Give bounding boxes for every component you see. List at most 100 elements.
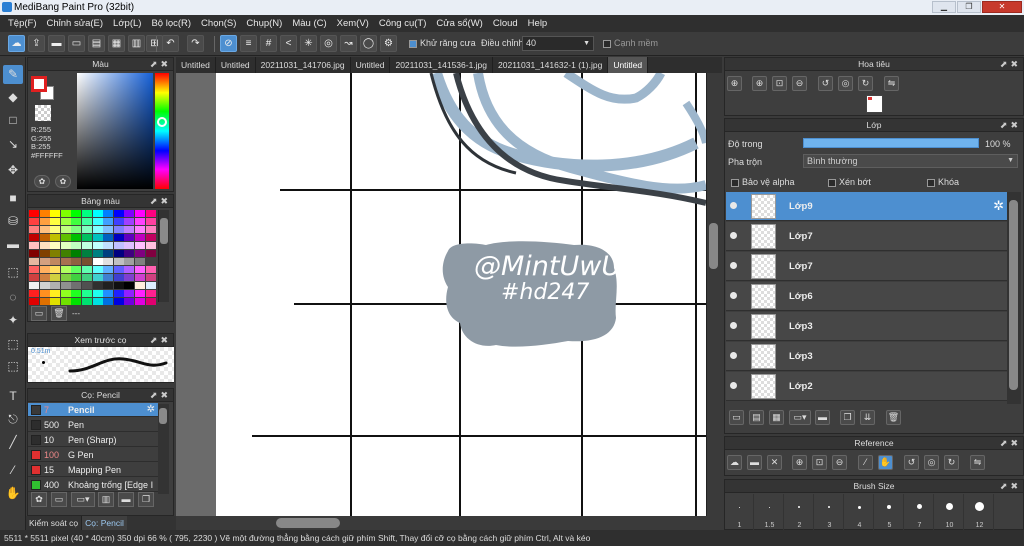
palette-swatch[interactable] [124,273,135,281]
lock-checkbox[interactable]: Khóa [927,177,959,187]
palette-swatch[interactable] [81,289,92,297]
reference-rotate-right-icon[interactable]: ↻ [944,455,959,470]
reference-eyedropper-icon[interactable]: ⁄ [858,455,873,470]
hand-tool-icon[interactable]: ✋ [3,484,23,503]
palette-swatch[interactable] [113,281,124,289]
menu-layer[interactable]: Lớp(L) [108,18,146,29]
delete-layer-icon[interactable]: 🗑 [886,410,901,425]
redo-icon[interactable]: ↷ [187,35,204,52]
palette-swatch[interactable] [50,265,61,273]
palette-swatch[interactable] [92,241,103,249]
snap-ellipse-icon[interactable]: ◯ [360,35,377,52]
brush-size-option[interactable]: 1 [725,494,754,530]
palette-scrollbar[interactable] [158,210,169,302]
palette-swatch[interactable] [145,257,156,265]
panel-close-icon[interactable]: ⬈✖ [1000,119,1021,132]
palette-swatch[interactable] [103,233,114,241]
brush-duplicate-icon[interactable]: ❐ [138,492,154,507]
document-icon[interactable]: ▭ [68,35,85,52]
palette-swatch[interactable] [134,225,145,233]
palette-swatch[interactable] [60,225,71,233]
divide-tool-icon[interactable]: ╱ [3,433,23,452]
palette-swatch[interactable] [134,273,145,281]
move-tool-icon[interactable]: ✥ [3,161,23,180]
palette-swatch[interactable] [134,257,145,265]
grid-icon[interactable]: ⊞ [146,35,163,52]
zoom-fit-icon[interactable]: ⊕ [727,76,742,91]
menu-filter[interactable]: Bộ lọc(R) [146,18,196,29]
eye-icon[interactable] [730,352,737,359]
color-mode-icon[interactable]: ✿ [55,175,71,188]
menu-cloud[interactable]: Cloud [488,18,523,29]
palette-swatch[interactable] [134,265,145,273]
cloud-icon[interactable]: ☁ [8,35,25,52]
palette-swatch[interactable] [103,289,114,297]
select-eraser-tool-icon[interactable]: ⬚ [3,357,23,376]
palette-swatch[interactable] [92,265,103,273]
brush-item-pencil[interactable]: 7 Pencil ✲ [28,403,158,417]
palette-swatch[interactable] [71,225,82,233]
magic-wand-tool-icon[interactable]: ✦ [3,311,23,330]
brush-size-option[interactable]: 7 [905,494,934,530]
palette-swatch[interactable] [134,289,145,297]
palette-swatch[interactable] [71,210,82,217]
canvas-horizontal-scrollbar[interactable] [176,516,706,530]
palette-swatch[interactable] [60,233,71,241]
palette-swatch[interactable] [113,225,124,233]
palette-swatch[interactable] [39,265,50,273]
palette-swatch[interactable] [71,241,82,249]
doc-tab[interactable]: Untitled [351,57,391,73]
palette-swatch[interactable] [29,289,39,297]
palette-swatch[interactable] [81,257,92,265]
palette-swatch[interactable] [50,210,61,217]
brush-size-option[interactable]: 12 [965,494,994,530]
palette-swatch[interactable] [39,289,50,297]
clipping-checkbox[interactable]: Xén bớt [828,177,871,187]
palette-swatch[interactable] [124,210,135,217]
snap-circle-icon[interactable]: ◎ [320,35,337,52]
reference-close-icon[interactable]: ✕ [767,455,782,470]
palette-swatch[interactable] [50,297,61,305]
gradient-tool-icon[interactable]: ▬ [3,235,23,254]
menu-select[interactable]: Chọn(S) [196,18,241,29]
palette-swatch[interactable] [145,289,156,297]
brush-item-mapping-pen[interactable]: 15 Mapping Pen [28,463,158,477]
snap-settings-icon[interactable]: ⚙ [380,35,397,52]
palette-swatch[interactable] [103,273,114,281]
palette-swatch[interactable] [134,249,145,257]
palette-swatch[interactable] [103,265,114,273]
select-pen-tool-icon[interactable]: ⬚ [3,335,23,354]
merge-layer-icon[interactable]: ⇊ [860,410,875,425]
brush-item-g-pen[interactable]: 100 G Pen [28,448,158,462]
palette-swatch[interactable] [29,265,39,273]
palette-swatch[interactable] [92,297,103,305]
page-settings-icon[interactable]: ▥ [128,35,145,52]
opacity-slider[interactable] [803,138,979,148]
doc-tab-active[interactable]: Untitled [608,57,649,73]
palette-swatch[interactable] [92,249,103,257]
palette-swatch[interactable] [81,249,92,257]
correction-select[interactable]: 40 ▼ [522,36,594,51]
drawing-canvas[interactable]: @MintUwU #hd247 [216,73,706,516]
palette-swatch[interactable] [50,257,61,265]
palette-swatch[interactable] [39,233,50,241]
canvas-area[interactable]: @MintUwU #hd247 [176,73,706,516]
palette-swatch[interactable] [92,233,103,241]
palette-swatch[interactable] [29,257,39,265]
palette-swatch[interactable] [39,257,50,265]
reference-open-icon[interactable]: ▬ [747,455,762,470]
palette-swatch[interactable] [71,265,82,273]
palette-swatch[interactable] [29,217,39,225]
reference-fit-icon[interactable]: ⊡ [812,455,827,470]
palette-swatch[interactable] [29,297,39,305]
brush-size-option[interactable]: 1.5 [755,494,784,530]
layer-row[interactable]: Lớp2 [726,372,1007,401]
palette-swatch[interactable] [29,249,39,257]
reference-cloud-icon[interactable]: ☁ [727,455,742,470]
doc-tab[interactable]: 20211031_141536-1.jpg [390,57,494,73]
palette-swatch[interactable] [145,241,156,249]
palette-swatch[interactable] [39,210,50,217]
blend-mode-select[interactable]: Bình thường ▼ [803,154,1018,168]
fill-rect-tool-icon[interactable]: ■ [3,189,23,208]
brush-size-option[interactable]: 3 [815,494,844,530]
